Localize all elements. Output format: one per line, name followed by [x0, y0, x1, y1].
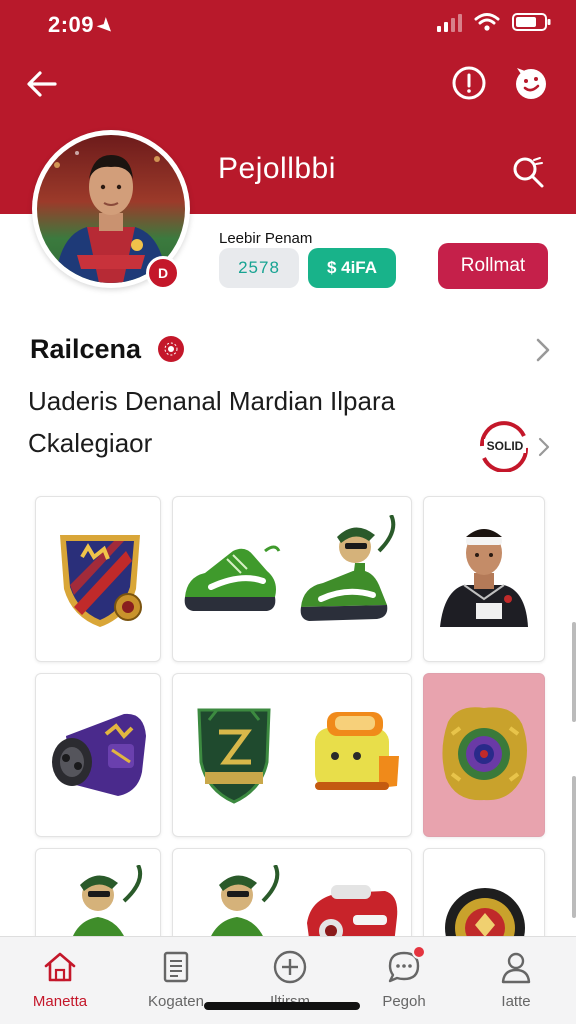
yellow-toy-icon [315, 712, 399, 790]
nav-profile[interactable]: Iatte [466, 949, 566, 1019]
verified-badge-icon [158, 336, 184, 362]
grid-item-sneaker-mascot[interactable] [172, 496, 412, 662]
avatar-badge: D [146, 256, 180, 290]
reaction-button[interactable] [510, 62, 552, 104]
logo-chevron-right-icon[interactable] [536, 436, 552, 458]
grid-item-gold-ring[interactable] [423, 673, 545, 837]
status-icons [437, 12, 552, 32]
status-time: 2:09➤ [48, 12, 119, 39]
nav-messages[interactable]: Pegoh [354, 945, 454, 1019]
stats-caption: Leebir Penam [219, 230, 313, 247]
notification-badge [412, 945, 426, 959]
search-icon [513, 157, 544, 188]
home-indicator[interactable] [204, 1002, 360, 1010]
section-description-line1: Uaderis Denanal Mardian Ilpara [28, 386, 396, 416]
location-arrow-icon: ➤ [93, 13, 119, 39]
status-bar: 2:09➤ [0, 0, 576, 48]
mascot-cleat-icon [300, 515, 396, 621]
back-button[interactable] [22, 64, 62, 104]
top-nav-bar [0, 58, 576, 110]
nav-home-label: Manetta [32, 993, 88, 1010]
home-icon [44, 952, 76, 982]
count-pill[interactable]: 2578 [219, 248, 299, 288]
nav-home[interactable]: Manetta [10, 949, 110, 1019]
profile-name: Pejollbbi [218, 152, 336, 185]
section-title: Railcena [30, 334, 142, 364]
nav-messages-label: Pegoh [382, 993, 426, 1010]
grid-item-purple-roll[interactable] [35, 673, 161, 837]
cell-signal-icon [437, 12, 462, 32]
nav-profile-label: Iatte [501, 993, 531, 1010]
green-pill[interactable]: $ 4iFA [308, 248, 396, 288]
green-shield-icon [197, 708, 271, 804]
grid-item-player-portrait[interactable] [423, 496, 545, 662]
scrollbar-thumb[interactable] [572, 622, 576, 722]
green-sneaker-icon [184, 545, 281, 611]
scrollbar-track-segment[interactable] [572, 776, 576, 918]
section-chevron-right-icon[interactable] [532, 336, 554, 364]
grid-item-shield-toy[interactable] [172, 673, 412, 837]
rollmat-button[interactable]: Rollmat [438, 243, 548, 289]
grid-item-club-crest[interactable] [35, 496, 161, 662]
club-crest-icon [60, 535, 142, 627]
gold-ring-icon [442, 707, 527, 801]
player-portrait-icon [440, 529, 528, 627]
info-button[interactable] [448, 62, 490, 104]
alert-circle-icon [452, 66, 486, 100]
search-button[interactable] [506, 150, 550, 194]
document-icon [163, 951, 189, 983]
emoji-bubble-icon [516, 68, 546, 99]
add-circle-icon [273, 950, 307, 984]
bottom-nav-bar: Manetta Kogaten Iltirsm [0, 936, 576, 1024]
person-icon [501, 952, 531, 984]
battery-icon [512, 13, 551, 31]
app-root: 2:09➤ D Pejollbbi Leebir Penam 2578 $ 4i… [0, 0, 576, 1024]
section-description-line2: Ckalegiaor [28, 428, 153, 458]
brand-logo-icon[interactable]: SOLID [474, 420, 534, 472]
brand-logo-text: SOLID [487, 439, 524, 453]
purple-roll-icon [52, 713, 146, 796]
arrow-left-icon [27, 71, 57, 97]
wifi-icon [474, 13, 500, 31]
clock-text: 2:09 [48, 12, 95, 37]
